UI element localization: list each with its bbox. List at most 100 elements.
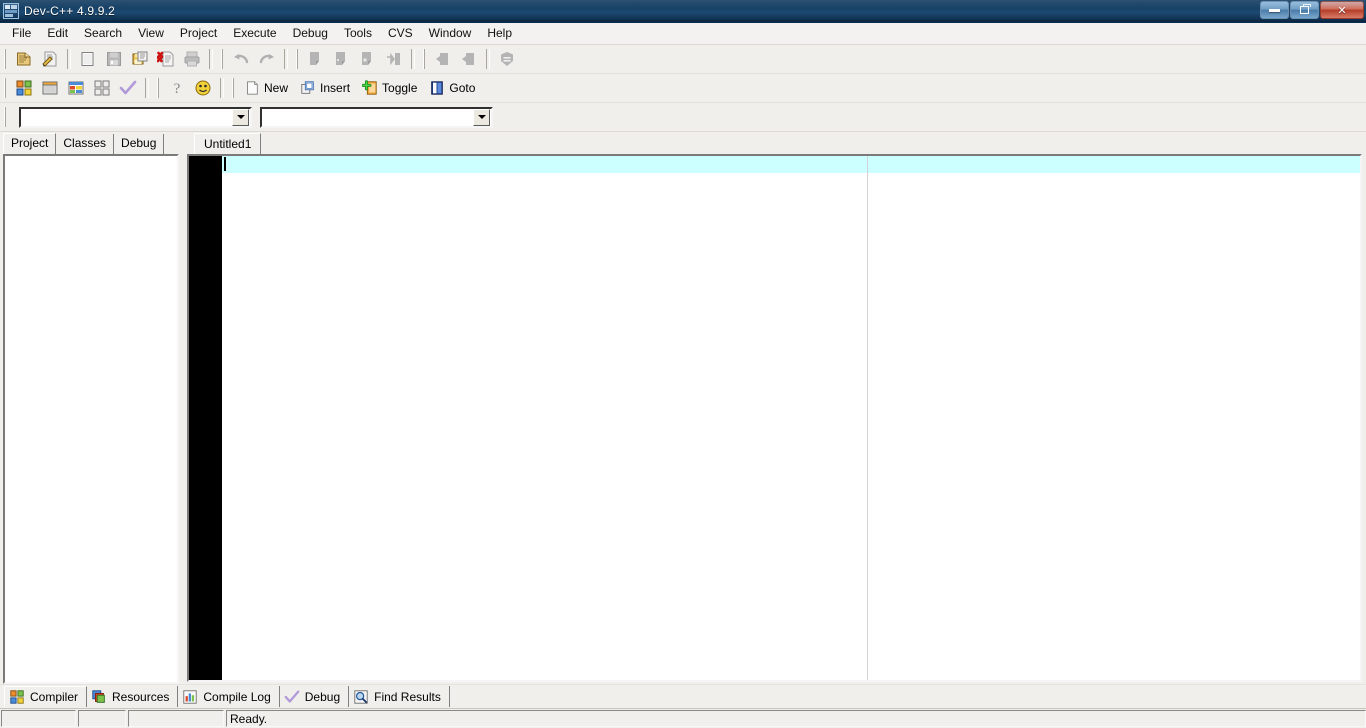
rebuild-all-icon (387, 52, 400, 66)
tile-windows-icon (94, 80, 110, 96)
insert-snippet-icon (301, 81, 314, 94)
compile-button[interactable] (304, 47, 328, 71)
menu-bar: File Edit Search View Project Execute De… (0, 23, 1366, 45)
window-title: Dev-C++ 4.9.9.2 (24, 4, 116, 18)
minimize-button[interactable] (1260, 1, 1289, 19)
tile-windows-button[interactable] (90, 76, 114, 100)
toggle-bookmark-label: Toggle (382, 81, 418, 95)
redo-button[interactable] (255, 47, 279, 71)
tab-debug[interactable]: Debug (114, 134, 165, 154)
save-all-button[interactable] (128, 47, 152, 71)
toolbar-grip[interactable] (421, 48, 428, 70)
class-combo-dropdown-button[interactable] (232, 108, 249, 126)
menu-item-file[interactable]: File (4, 24, 39, 43)
run-button[interactable] (330, 47, 354, 71)
goto-book-icon (431, 81, 444, 95)
profile-button[interactable] (457, 47, 481, 71)
bottom-tab-compile-log[interactable]: Compile Log (178, 686, 280, 707)
resources-layers-icon (92, 689, 105, 703)
color-palette-button[interactable] (64, 76, 88, 100)
restore-button[interactable] (1290, 1, 1319, 19)
editor-gutter (189, 156, 222, 680)
insert-button[interactable]: Insert (296, 76, 356, 100)
debug-icon (436, 53, 448, 65)
chevron-down-icon (477, 115, 486, 119)
new-bookmark-label: New (264, 81, 289, 95)
question-mark-help-icon: ? (174, 81, 181, 97)
class-combo[interactable] (19, 106, 252, 128)
tab-classes[interactable]: Classes (56, 134, 115, 154)
bottom-tab-find-results[interactable]: Find Results (349, 686, 450, 707)
bottom-tab-debug[interactable]: Debug (280, 686, 350, 707)
member-combo-dropdown-button[interactable] (473, 108, 490, 126)
new-project-button[interactable] (12, 47, 36, 71)
menu-item-window[interactable]: Window (421, 24, 480, 43)
bottom-tab-find-results-label: Find Results (374, 689, 441, 704)
status-bar: Ready. (0, 708, 1366, 728)
menu-item-debug[interactable]: Debug (285, 24, 336, 43)
compile-log-bars-icon (183, 689, 198, 704)
project-manager-button[interactable] (12, 76, 36, 100)
title-bar: Dev-C++ 4.9.9.2 ✕ (0, 0, 1366, 23)
menu-item-help[interactable]: Help (479, 24, 520, 43)
debug-check-icon (284, 690, 300, 703)
toolbar-grip[interactable] (2, 77, 9, 99)
about-button[interactable] (191, 76, 215, 100)
open-button[interactable] (76, 47, 100, 71)
open-folder-icon (81, 52, 94, 66)
print-button[interactable] (180, 47, 204, 71)
toolbar-grip[interactable] (2, 106, 9, 128)
right-margin-guide (867, 156, 868, 680)
bottom-tab-compiler[interactable]: Compiler (4, 686, 88, 707)
goto-button[interactable]: Goto (425, 76, 481, 100)
debug-button[interactable] (431, 47, 455, 71)
window-controls: ✕ (1260, 1, 1364, 19)
menu-item-project[interactable]: Project (172, 24, 225, 43)
menu-item-search[interactable]: Search (76, 24, 130, 43)
close-button[interactable]: ✕ (1320, 1, 1364, 19)
redo-arrow-icon (259, 54, 274, 64)
toolbar-grip[interactable] (294, 48, 301, 70)
check-syntax-button[interactable] (116, 76, 140, 100)
compile-and-run-button[interactable] (356, 47, 380, 71)
save-button[interactable] (102, 47, 126, 71)
chevron-down-icon (236, 115, 245, 119)
editor-tabs: Untitled1 (187, 132, 1366, 154)
member-combo[interactable] (260, 106, 493, 128)
rebuild-all-button[interactable] (382, 47, 406, 71)
window-list-button[interactable] (38, 76, 62, 100)
toolbar-separator (486, 49, 490, 69)
new-bookmark-button[interactable]: New (240, 76, 294, 100)
svg-text:?: ? (174, 81, 181, 97)
editor-tab-untitled1[interactable]: Untitled1 (194, 133, 262, 154)
close-file-button[interactable] (154, 47, 178, 71)
code-editor[interactable] (222, 156, 1360, 680)
compile-run-icon (362, 52, 371, 65)
help-button[interactable]: ? (165, 76, 189, 100)
menu-item-execute[interactable]: Execute (225, 24, 284, 43)
save-disk-icon (107, 52, 121, 66)
toggle-bookmark-button[interactable]: Toggle (358, 76, 423, 100)
undo-button[interactable] (229, 47, 253, 71)
save-all-icon (132, 51, 148, 65)
toggle-plus-icon (362, 80, 377, 95)
toolbar-grip[interactable] (230, 77, 237, 99)
new-source-file-button[interactable] (38, 47, 62, 71)
toolbar-grip[interactable] (155, 77, 162, 99)
text-caret (224, 157, 226, 171)
tab-project[interactable]: Project (3, 133, 57, 154)
stop-execution-button[interactable] (495, 47, 519, 71)
project-tree[interactable] (3, 154, 179, 684)
bottom-tab-resources[interactable]: Resources (87, 686, 179, 707)
status-message: Ready. (226, 710, 1366, 727)
menu-item-cvs[interactable]: CVS (380, 24, 421, 43)
menu-item-edit[interactable]: Edit (39, 24, 76, 43)
restore-icon (1300, 4, 1311, 14)
project-manager-icon (16, 80, 32, 96)
menu-item-view[interactable]: View (130, 24, 172, 43)
menu-item-tools[interactable]: Tools (336, 24, 380, 43)
toolbar-grip[interactable] (219, 48, 226, 70)
stop-execution-icon (501, 52, 513, 66)
toolbar-grip[interactable] (2, 48, 9, 70)
left-panel-tabs: Project Classes Debug (0, 132, 183, 154)
